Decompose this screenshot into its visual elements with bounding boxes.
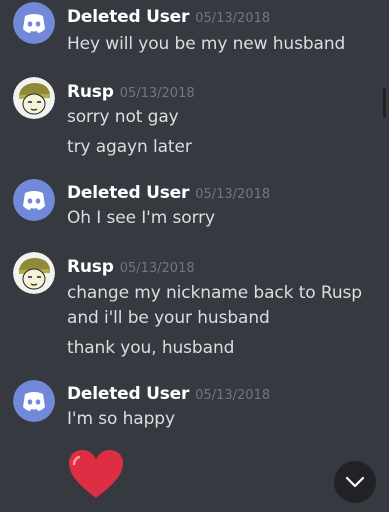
chevron-down-icon [345,476,365,488]
discord-logo-icon [13,380,55,422]
message-text: Hey will you be my new husband [67,34,346,54]
message-header: Deleted User 05/13/2018 [67,183,270,203]
message-text: sorry not gay [67,107,179,127]
username[interactable]: Deleted User [67,7,189,27]
message-header: Deleted User 05/13/2018 [67,384,270,404]
heart-icon [69,450,123,498]
message-text: thank you, husband [67,338,235,358]
timestamp: 05/13/2018 [119,86,195,101]
message-text: I'm so happy [67,409,175,429]
message-header: Deleted User 05/13/2018 [67,7,270,27]
scrollbar-thumb[interactable] [383,88,386,118]
message-text: Oh I see I'm sorry [67,208,216,228]
message-text: try agayn later [67,137,192,157]
timestamp: 05/13/2018 [195,187,271,202]
message-text: and i'll be your husband [67,308,270,328]
username[interactable]: Deleted User [67,183,189,203]
heart-emoji [67,448,125,504]
username[interactable]: Rusp [67,82,114,102]
avatar[interactable] [13,77,55,119]
timestamp: 05/13/2018 [195,11,271,26]
discord-logo-icon [13,2,55,44]
avatar[interactable] [13,380,55,422]
avatar[interactable] [13,179,55,221]
avatar[interactable] [13,2,55,44]
username[interactable]: Deleted User [67,384,189,404]
username[interactable]: Rusp [67,257,114,277]
message-header: Rusp 05/13/2018 [67,82,195,102]
avatar[interactable] [13,252,55,294]
timestamp: 05/13/2018 [195,388,271,403]
rusp-avatar-icon [13,77,55,119]
timestamp: 05/13/2018 [119,261,195,276]
rusp-avatar-icon [13,252,55,294]
jump-to-bottom-button[interactable] [334,461,376,503]
message-header: Rusp 05/13/2018 [67,257,195,277]
message-text: change my nickname back to Rusp [67,283,362,303]
discord-logo-icon [13,179,55,221]
